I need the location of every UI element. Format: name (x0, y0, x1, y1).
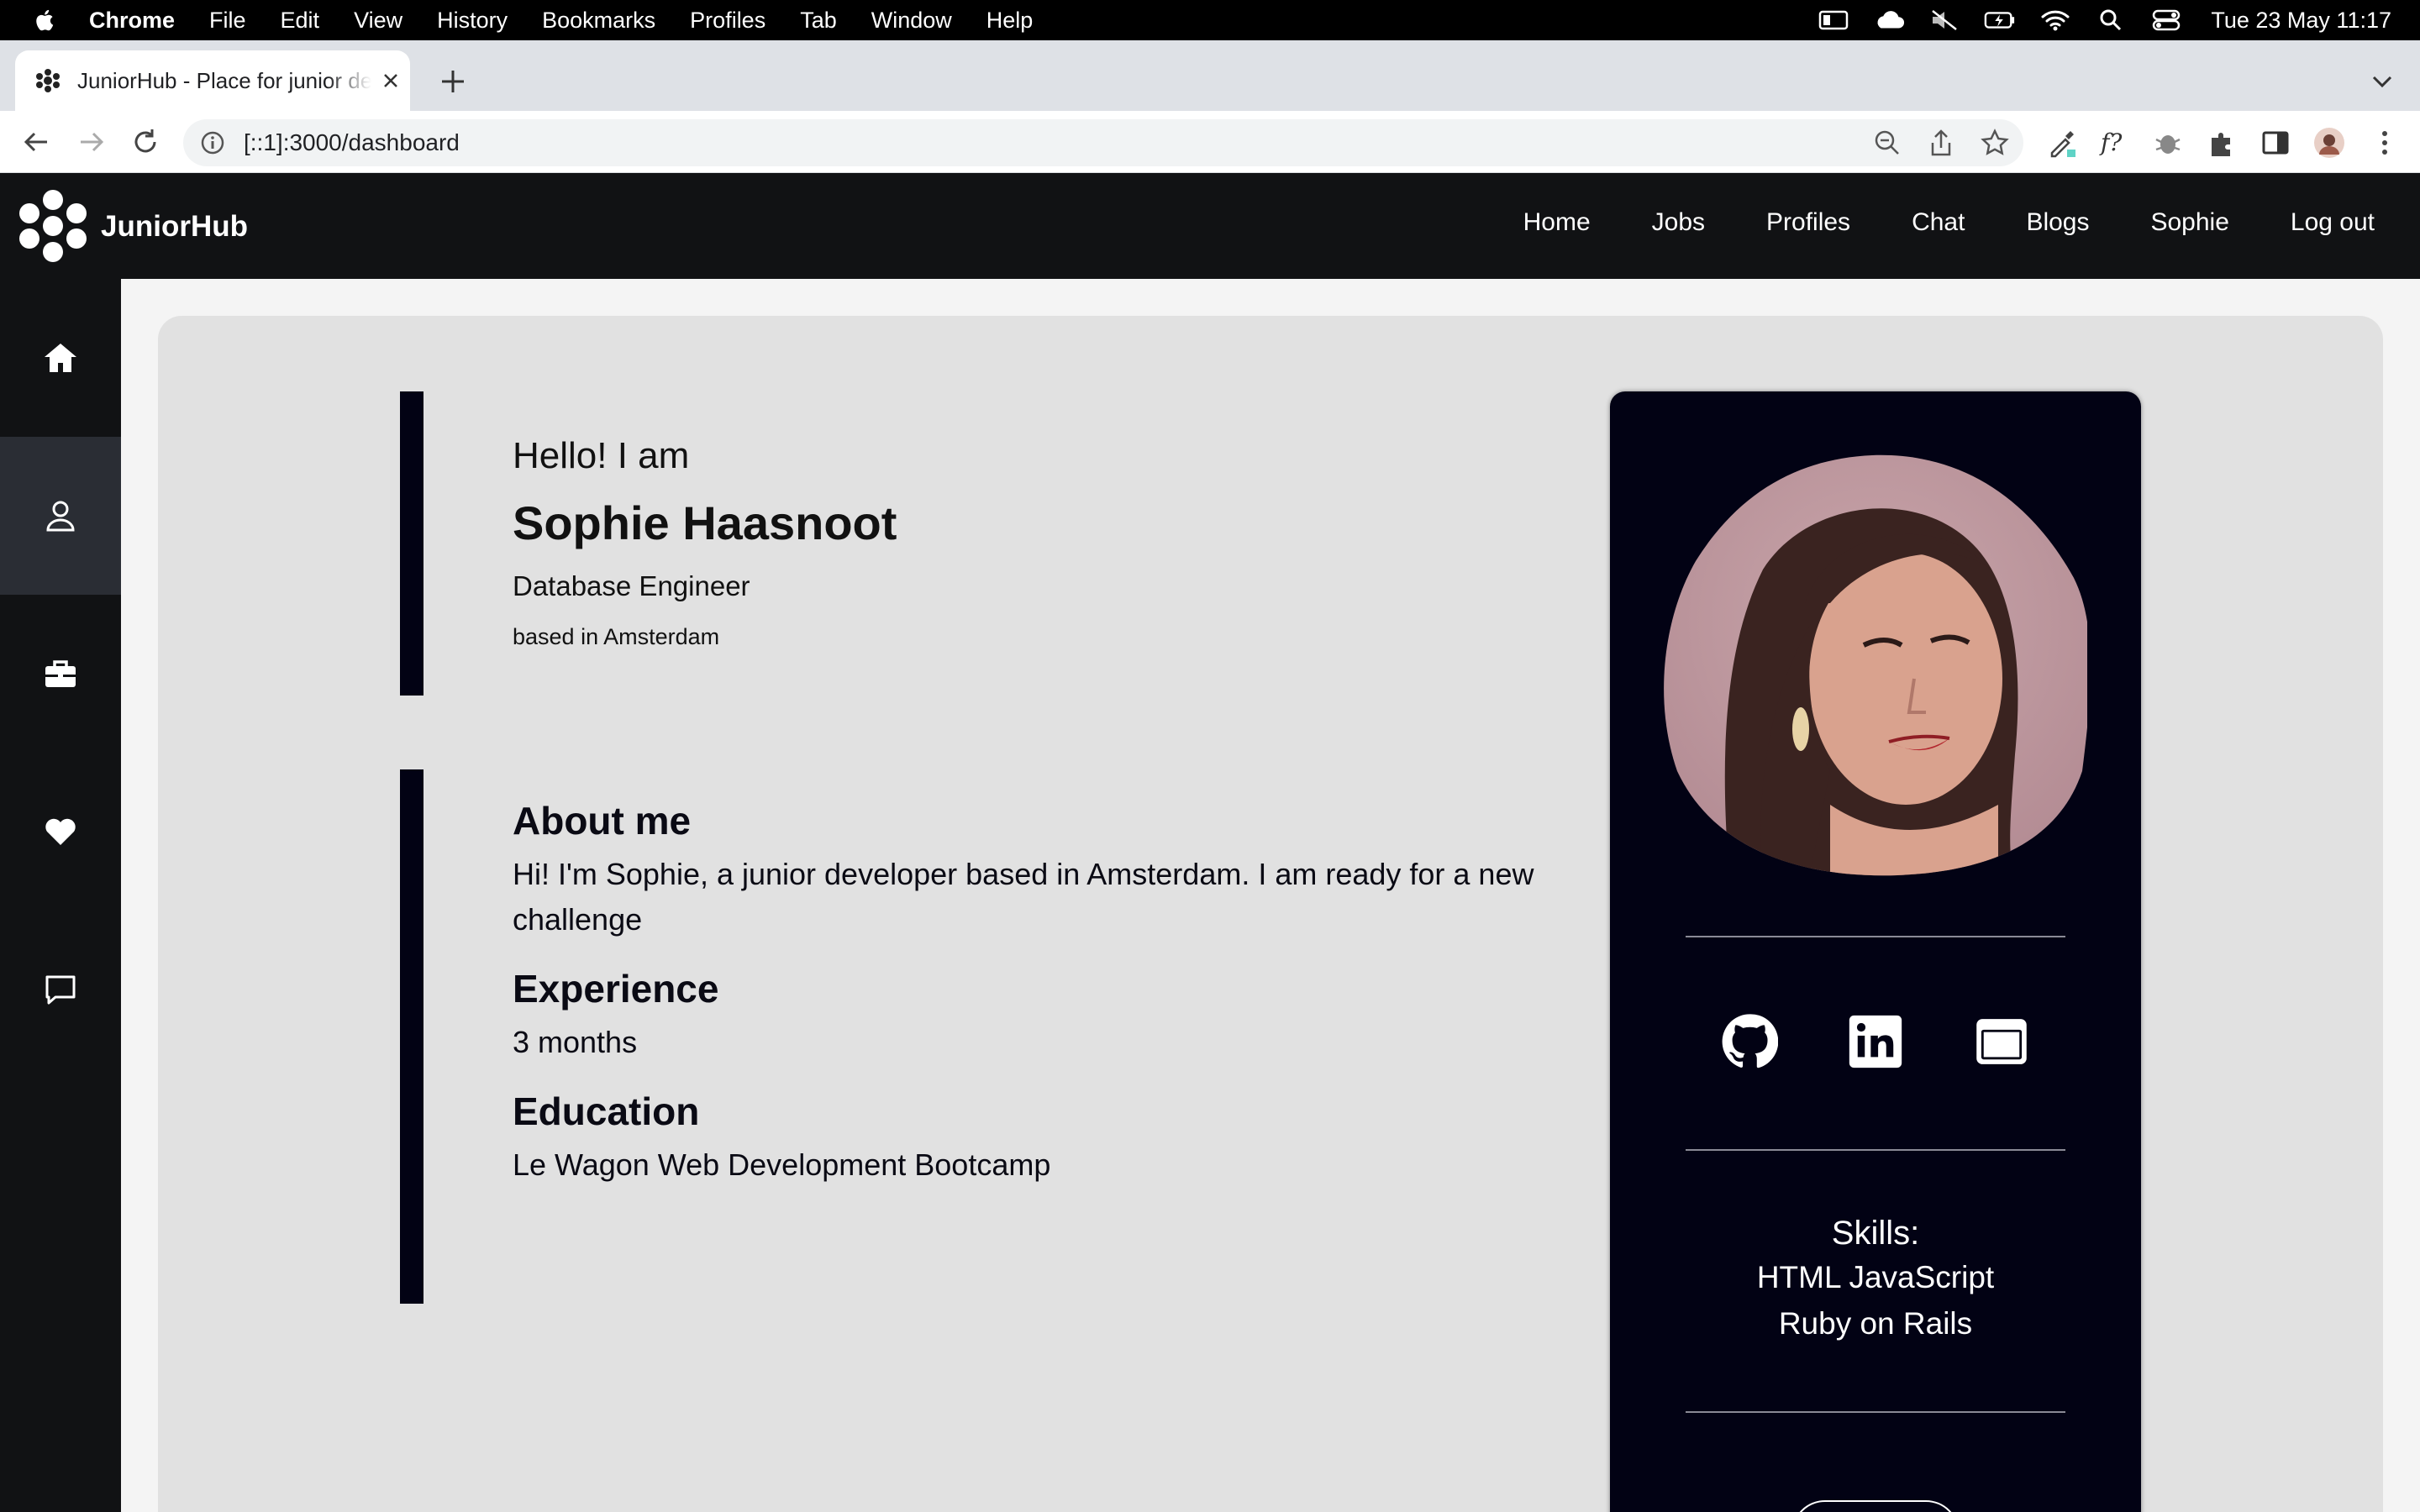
about-text: Hi! I'm Sophie, a junior developer based… (513, 857, 1534, 937)
menu-help[interactable]: Help (986, 8, 1034, 34)
about-section: About me Hi! I'm Sophie, a junior develo… (513, 798, 1605, 1211)
browser-toolbar: [::1]:3000/dashboard f? (0, 111, 2420, 173)
menu-bookmarks[interactable]: Bookmarks (542, 8, 655, 34)
display-icon[interactable] (1818, 9, 1849, 31)
extensions-puzzle-icon[interactable] (2205, 126, 2238, 160)
nav-user-sophie[interactable]: Sophie (2150, 208, 2228, 237)
status-area: Tue 23 May 11:17 (1818, 0, 2420, 40)
new-tab-icon[interactable] (437, 66, 469, 97)
intro-section: Hello! I am Sophie Haasnoot Database Eng… (513, 435, 897, 650)
address-bar[interactable]: [::1]:3000/dashboard (183, 119, 2023, 166)
experience-text: 3 months (513, 1025, 638, 1059)
font-extension-icon[interactable]: f? (2097, 126, 2131, 160)
greeting: Hello! I am (513, 435, 690, 476)
menu-edit[interactable]: Edit (281, 8, 320, 34)
nav-home[interactable]: Home (1523, 208, 1591, 237)
sidebar-item-favorites[interactable] (0, 753, 121, 911)
skills-heading: Skills: (1831, 1215, 1920, 1252)
experience-heading: Experience (513, 967, 719, 1011)
menu-file[interactable]: File (209, 8, 246, 34)
nav-profiles[interactable]: Profiles (1766, 208, 1850, 237)
juniorhub-favicon-icon (36, 69, 60, 92)
nav-blogs[interactable]: Blogs (2026, 208, 2089, 237)
control-center-icon[interactable] (2150, 9, 2182, 31)
nav-logout[interactable]: Log out (2291, 208, 2375, 237)
svg-text:f?: f? (2099, 129, 2123, 156)
divider-top (1686, 936, 2065, 937)
linkedin-icon[interactable] (1847, 1013, 1904, 1070)
about-heading: About me (513, 799, 692, 843)
home-icon (45, 344, 76, 372)
profile-name: Sophie Haasnoot (513, 496, 897, 549)
profile-action-button[interactable] (1791, 1500, 1960, 1512)
briefcase-icon (45, 660, 76, 687)
brand-name[interactable]: JuniorHub (101, 210, 248, 244)
nav-chat[interactable]: Chat (1912, 208, 1965, 237)
site-nav-links: Home Jobs Profiles Chat Blogs Sophie Log… (1462, 208, 2375, 237)
sidebar-item-profile[interactable] (0, 437, 121, 595)
profile-avatar-icon[interactable] (2312, 126, 2346, 160)
reload-icon[interactable] (129, 126, 161, 158)
menu-tab[interactable]: Tab (800, 8, 837, 34)
mute-icon[interactable] (1928, 9, 1960, 31)
skills-line-1: HTML JavaScript (1756, 1260, 1995, 1294)
profile-card: Skills: HTML JavaScript Ruby on Rails (1610, 391, 2141, 1512)
menu-history[interactable]: History (437, 8, 508, 34)
tab-title: JuniorHub - Place for junior developers (77, 67, 371, 93)
juniorhub-logo-icon[interactable] (15, 188, 91, 264)
profile-photo (1664, 454, 2087, 876)
wifi-icon[interactable] (2039, 9, 2071, 31)
bug-extension-icon[interactable] (2151, 126, 2185, 160)
sidebar (0, 279, 121, 1512)
tab-strip: JuniorHub - Place for junior developers (0, 40, 2420, 111)
sidebar-item-chat[interactable] (0, 911, 121, 1068)
chrome-menu-icon[interactable] (2368, 126, 2402, 160)
close-tab-icon[interactable] (381, 71, 400, 90)
bookmark-star-icon[interactable] (1980, 128, 2010, 158)
apple-icon[interactable] (32, 7, 59, 34)
menu-window[interactable]: Window (871, 8, 952, 34)
tab-search-chevron-icon[interactable] (2370, 72, 2395, 91)
zoom-icon[interactable] (1872, 128, 1902, 158)
chat-icon (45, 975, 76, 1005)
spotlight-search-icon[interactable] (2095, 9, 2127, 31)
menu-app-chrome[interactable]: Chrome (89, 8, 175, 34)
education-text: Le Wagon Web Development Bootcamp (513, 1147, 1051, 1182)
back-icon[interactable] (20, 126, 52, 158)
intro-accent-bar (400, 391, 424, 696)
menu-profiles[interactable]: Profiles (690, 8, 765, 34)
menu-view[interactable]: View (354, 8, 402, 34)
skills-section: Skills: HTML JavaScript Ruby on Rails (1610, 1215, 2141, 1347)
eyedropper-extension-icon[interactable] (2045, 126, 2079, 160)
site-info-icon[interactable] (200, 130, 225, 155)
url-text[interactable]: [::1]:3000/dashboard (244, 129, 460, 156)
macos-menu-bar: Chrome File Edit View History Bookmarks … (0, 0, 2420, 40)
social-links (1610, 1013, 2141, 1070)
site-navbar: JuniorHub Home Jobs Profiles Chat Blogs … (0, 173, 2420, 279)
heart-icon (45, 818, 76, 845)
user-icon (46, 501, 75, 532)
battery-icon[interactable] (1984, 9, 2016, 31)
sidebar-item-home[interactable] (0, 279, 121, 437)
nav-jobs[interactable]: Jobs (1652, 208, 1705, 237)
side-panel-icon[interactable] (2259, 126, 2292, 160)
about-accent-bar (400, 769, 424, 1304)
education-heading: Education (513, 1089, 700, 1133)
website-icon[interactable] (1973, 1013, 2030, 1070)
skills-line-2: Ruby on Rails (1778, 1306, 1973, 1341)
forward-icon[interactable] (76, 126, 108, 158)
profile-role: Database Engineer (513, 570, 750, 601)
profile-location: based in Amsterdam (513, 624, 720, 649)
share-icon[interactable] (1926, 128, 1956, 158)
github-icon[interactable] (1721, 1013, 1779, 1070)
divider-middle (1686, 1149, 2065, 1151)
browser-tab-active[interactable]: JuniorHub - Place for junior developers (15, 50, 410, 111)
clock[interactable]: Tue 23 May 11:17 (2211, 8, 2391, 34)
cloud-icon[interactable] (1873, 9, 1905, 31)
divider-bottom (1686, 1411, 2065, 1413)
sidebar-item-jobs[interactable] (0, 595, 121, 753)
